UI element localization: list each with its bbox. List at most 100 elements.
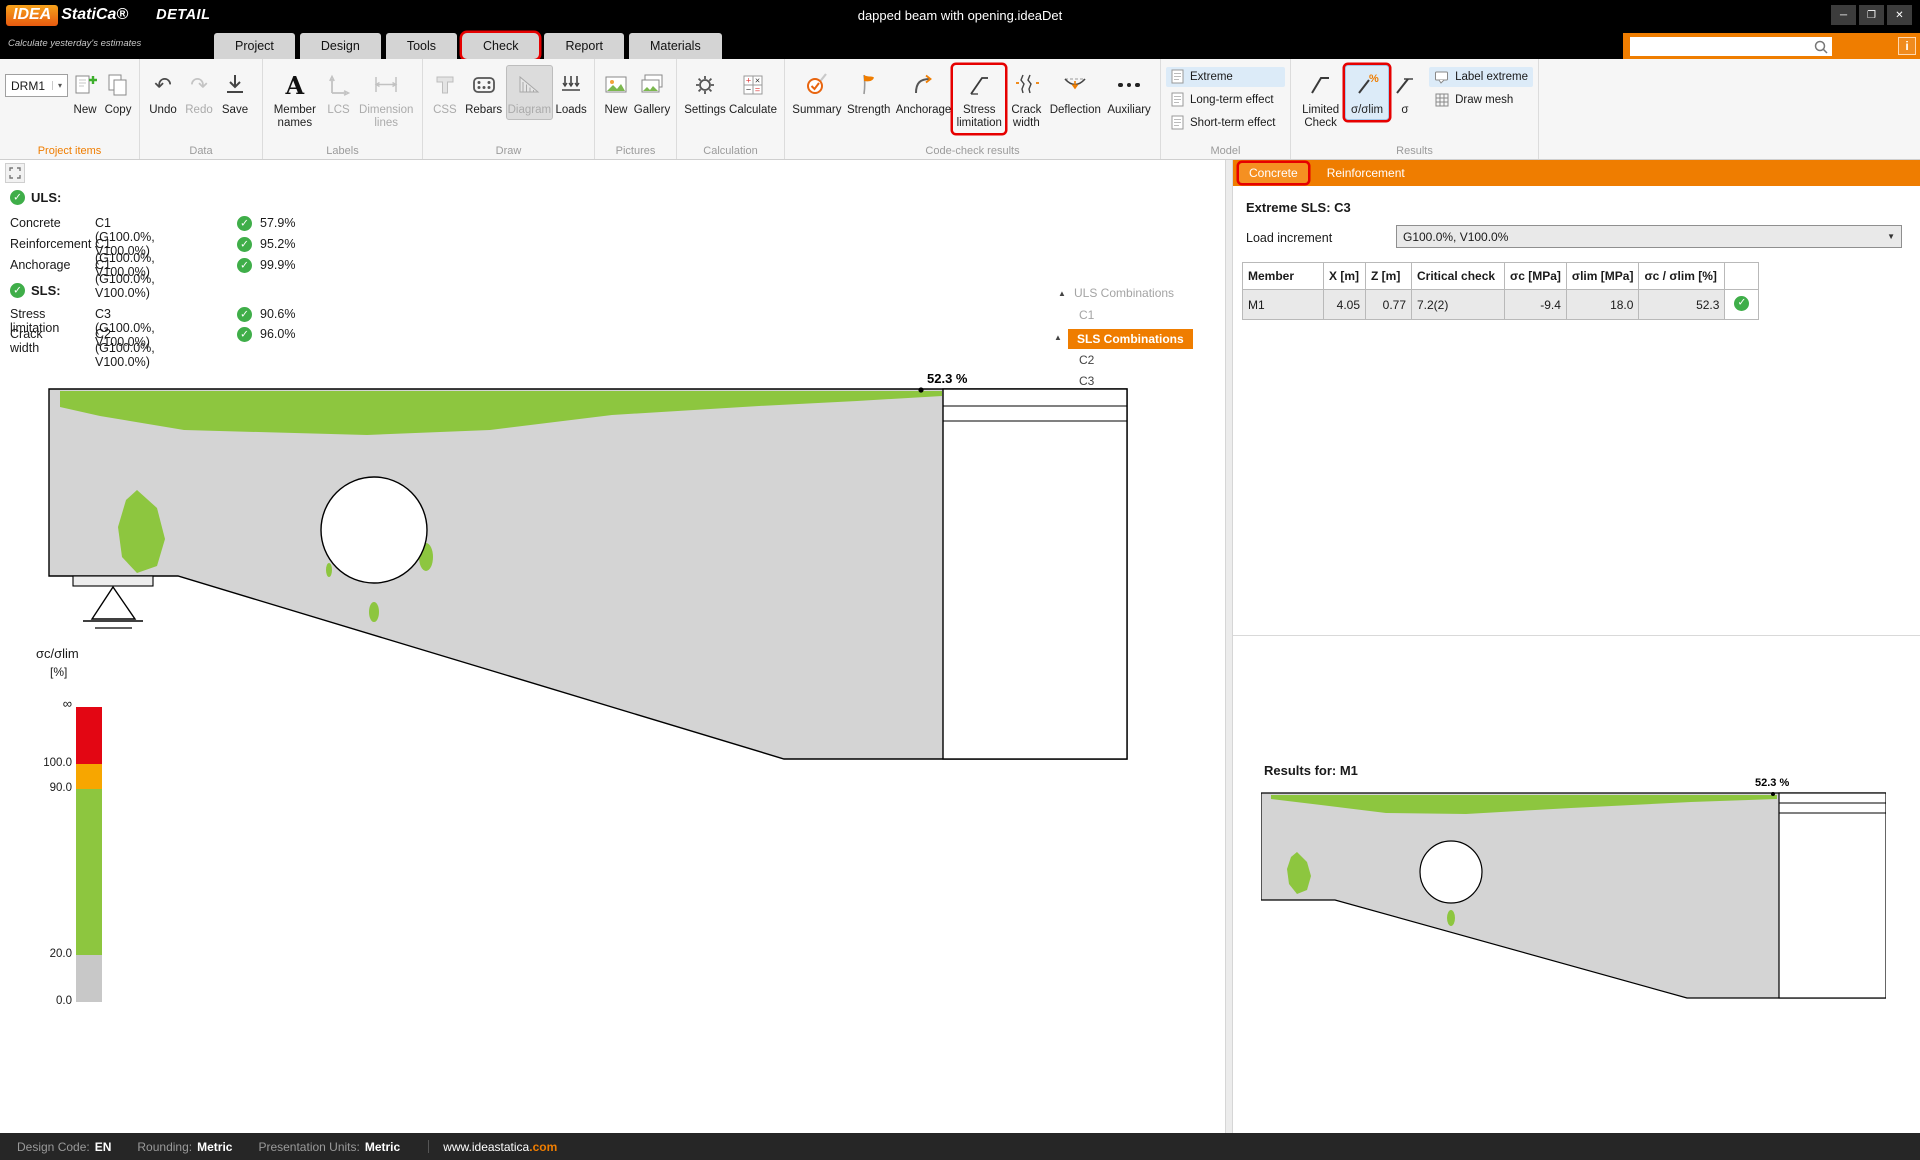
mesh-grid-icon <box>1434 92 1450 108</box>
group-results: Limited Check % σ/σlim σ Label extreme D… <box>1291 59 1539 159</box>
short-term-effect-toggle[interactable]: Short-term effect <box>1166 113 1285 133</box>
cell-z: 0.77 <box>1366 290 1412 320</box>
tab-concrete[interactable]: Concrete <box>1239 163 1308 183</box>
tagline: Calculate yesterday's estimates <box>8 38 141 49</box>
group-label-labels: Labels <box>263 145 422 157</box>
tab-check[interactable]: Check <box>462 33 539 59</box>
extreme-toggle[interactable]: Extreme <box>1166 67 1285 87</box>
sigma-label: σ <box>1401 104 1408 117</box>
end-column <box>1779 793 1886 998</box>
new-project-item-button[interactable]: New <box>68 65 102 120</box>
stress-limitation-button[interactable]: Stress limitation <box>953 65 1005 133</box>
copy-label: Copy <box>105 104 132 117</box>
limited-check-button[interactable]: Limited Check <box>1296 65 1345 133</box>
group-model: Extreme Long-term effect Short-term effe… <box>1161 59 1291 159</box>
summary-button[interactable]: Summary <box>790 65 844 120</box>
sigma-button[interactable]: σ <box>1389 65 1421 120</box>
dimension-lines-icon <box>371 68 401 102</box>
sigma-slim-button[interactable]: % σ/σlim <box>1345 65 1389 120</box>
new-picture-icon <box>602 68 630 102</box>
tab-design[interactable]: Design <box>300 33 381 59</box>
diagram-button[interactable]: Diagram <box>506 65 554 120</box>
document-title: dapped beam with opening.ideaDet <box>0 8 1920 23</box>
more-dots-icon <box>1118 68 1140 102</box>
info-button[interactable]: i <box>1898 37 1916 55</box>
group-code-check-results: Summary Strength Anchorage Stress limita… <box>785 59 1161 159</box>
tab-tools[interactable]: Tools <box>386 33 457 59</box>
beam-drawing-small: 52.3 % <box>1261 770 1886 1005</box>
panel-splitter[interactable] <box>1225 160 1233 1133</box>
css-label: CSS <box>433 104 457 117</box>
deflection-icon <box>1061 68 1089 102</box>
ribbon: DRM1 ▾ New Copy Project items ↶ Undo ↷ R… <box>0 59 1920 160</box>
group-label-results: Results <box>1291 145 1538 157</box>
css-button: CSS <box>428 65 462 120</box>
panel-divider <box>1233 635 1920 636</box>
minimize-button[interactable]: ─ <box>1831 5 1856 25</box>
label-extreme-label: Label extreme <box>1455 71 1528 83</box>
extreme-sls-title: Extreme SLS: C3 <box>1246 200 1351 215</box>
rebars-button[interactable]: Rebars <box>462 65 506 120</box>
sheet-icon <box>1171 92 1185 108</box>
strength-button[interactable]: Strength <box>844 65 894 120</box>
group-pictures: New Gallery Pictures <box>595 59 677 159</box>
long-term-effect-toggle[interactable]: Long-term effect <box>1166 90 1285 110</box>
calculate-button[interactable]: +×−= Calculate <box>728 65 778 120</box>
ribbon-tab-strip: Project Design Tools Check Report Materi… <box>214 33 727 59</box>
tab-reinforcement[interactable]: Reinforcement <box>1317 163 1415 183</box>
anchorage-label: Anchorage <box>896 104 952 117</box>
svg-text:=: = <box>755 85 760 95</box>
tab-materials[interactable]: Materials <box>629 33 722 59</box>
draw-mesh-toggle[interactable]: Draw mesh <box>1429 90 1533 110</box>
group-label-code-check: Code-check results <box>785 145 1160 157</box>
save-button[interactable]: Save <box>217 65 253 120</box>
main-drawing-area[interactable]: ULS: Concrete C1 (G100.0%, V100.0%) 57.9… <box>0 160 1225 1133</box>
group-project-items: DRM1 ▾ New Copy Project items <box>0 59 140 159</box>
col-z: Z [m] <box>1366 263 1412 290</box>
anchorage-button[interactable]: Anchorage <box>894 65 954 120</box>
tab-report[interactable]: Report <box>544 33 624 59</box>
group-label-model: Model <box>1161 145 1290 157</box>
close-button[interactable]: ✕ <box>1887 5 1912 25</box>
loads-button[interactable]: Loads <box>553 65 589 120</box>
crack-width-button[interactable]: Crack width <box>1005 65 1047 133</box>
long-term-effect-label: Long-term effect <box>1190 94 1274 106</box>
end-column <box>943 389 1127 759</box>
table-row[interactable]: M1 4.05 0.77 7.2(2) -9.4 18.0 52.3 <box>1243 290 1759 320</box>
app-header: IDEA StatiCa® DETAIL Calculate yesterday… <box>0 0 1920 59</box>
tab-project[interactable]: Project <box>214 33 295 59</box>
member-names-button[interactable]: A Member names <box>268 65 322 133</box>
member-selector[interactable]: DRM1 ▾ <box>5 74 68 97</box>
limited-check-icon <box>1307 68 1335 102</box>
redo-label: Redo <box>185 104 213 117</box>
extreme-point-marker <box>1771 792 1775 796</box>
col-x: X [m] <box>1324 263 1366 290</box>
strength-icon <box>855 68 883 102</box>
maximize-button[interactable]: ❐ <box>1859 5 1884 25</box>
col-sigma-lim: σlim [MPa] <box>1566 263 1639 290</box>
website-link[interactable]: www.ideastatica.com <box>443 1140 557 1154</box>
settings-button[interactable]: Settings <box>682 65 728 120</box>
extreme-point-marker <box>918 387 923 392</box>
search-input[interactable] <box>1630 37 1832 56</box>
sigma-slim-label: σ/σlim <box>1351 104 1383 117</box>
copy-button[interactable]: Copy <box>102 65 134 120</box>
crack-width-label: Crack width <box>1007 104 1045 130</box>
gallery-button[interactable]: Gallery <box>632 65 672 120</box>
stress-contour-spot <box>1447 910 1455 926</box>
rebars-label: Rebars <box>465 104 502 117</box>
label-tag-icon <box>1434 69 1450 85</box>
auxiliary-button[interactable]: Auxiliary <box>1103 65 1155 120</box>
load-increment-dropdown[interactable]: G100.0%, V100.0% ▼ <box>1396 225 1902 248</box>
new-picture-button[interactable]: New <box>600 65 632 120</box>
deflection-button[interactable]: Deflection <box>1047 65 1103 120</box>
ribbon-filler <box>1539 59 1920 159</box>
window-controls: ─ ❐ ✕ <box>1831 5 1912 25</box>
label-extreme-toggle[interactable]: Label extreme <box>1429 67 1533 87</box>
anchorage-icon <box>910 68 938 102</box>
undo-button[interactable]: ↶ Undo <box>145 65 181 120</box>
search-icon[interactable] <box>1813 39 1829 60</box>
extreme-value-label: 52.3 % <box>1755 777 1789 789</box>
beam-drawing-main: 52.3 % <box>0 160 1225 1133</box>
crack-width-icon <box>1012 68 1040 102</box>
